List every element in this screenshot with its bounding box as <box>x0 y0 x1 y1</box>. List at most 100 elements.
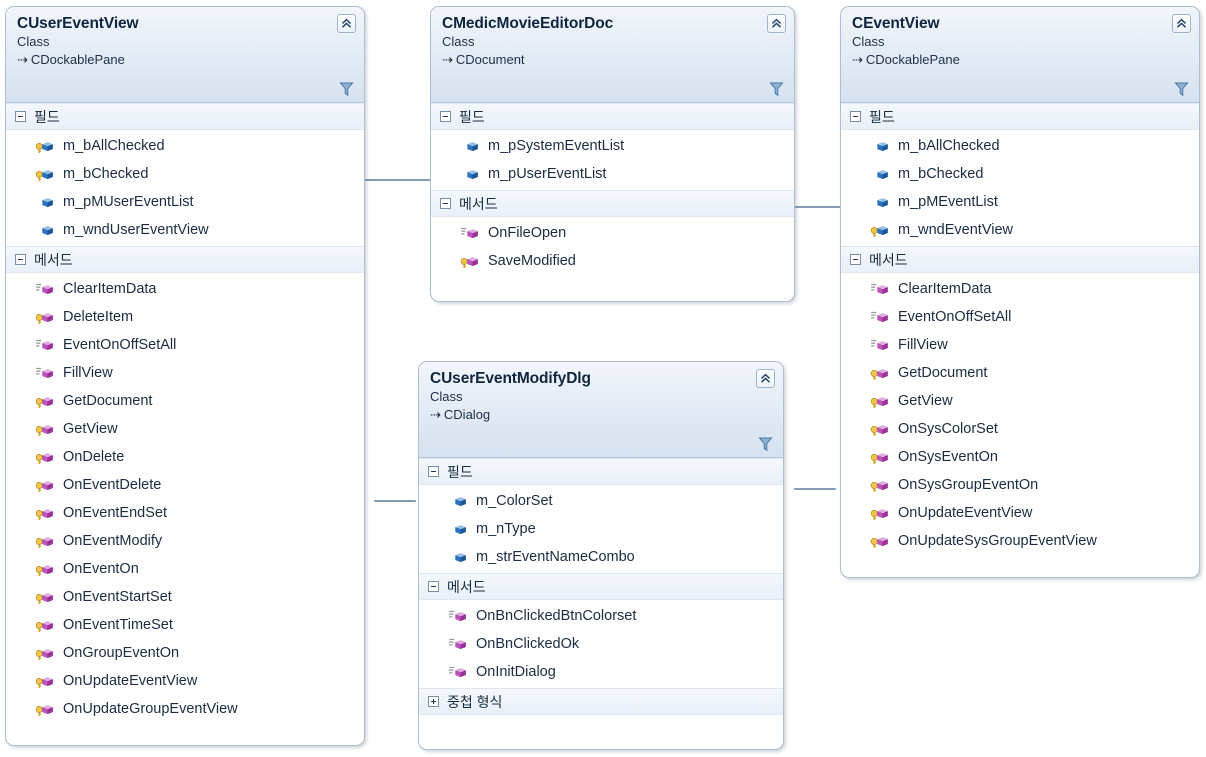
member-row[interactable]: OnEventTimeSet <box>6 611 364 639</box>
compartment-header-collapsed[interactable]: 중첩 형식 <box>419 688 783 715</box>
method-private-icon <box>35 281 55 297</box>
member-row[interactable]: OnUpdateEventView <box>6 667 364 695</box>
class-shape-cmedicmovieeditordoc[interactable]: CMedicMovieEditorDoc Class ⇢ CDocument 필드… <box>430 6 795 302</box>
class-shape-cusereventmodifydlg[interactable]: CUserEventModifyDlg Class ⇢ CDialog 필드 m_C… <box>418 361 784 750</box>
method-private-icon <box>35 337 55 353</box>
member-row[interactable]: GetView <box>6 415 364 443</box>
member-row[interactable]: OnEventEndSet <box>6 499 364 527</box>
member-row[interactable]: ClearItemData <box>841 275 1199 303</box>
member-name: ClearItemData <box>898 280 992 297</box>
member-row[interactable]: OnEventStartSet <box>6 583 364 611</box>
method-protected-icon <box>35 533 55 549</box>
member-row[interactable]: OnUpdateGroupEventView <box>6 695 364 723</box>
method-protected-icon <box>870 505 890 521</box>
method-protected-icon <box>35 477 55 493</box>
minus-expander-icon[interactable] <box>850 254 861 265</box>
minus-expander-icon[interactable] <box>428 466 439 477</box>
field-icon <box>448 493 468 509</box>
inheritance-arrow-icon: ⇢ <box>430 407 441 422</box>
compartment-label: 필드 <box>447 463 473 480</box>
member-list: m_bAllChecked m_bChecked m_pMEventList m_wn… <box>841 130 1199 246</box>
class-shape-cusereventview[interactable]: CUserEventView Class ⇢ CDockablePane 필드 m_… <box>5 6 365 746</box>
compartment-header-expanded[interactable]: 필드 <box>419 458 783 485</box>
chevron-double-up-icon[interactable] <box>337 14 356 33</box>
member-list: m_pSystemEventList m_pUserEventList <box>431 130 794 190</box>
member-row[interactable]: m_bChecked <box>841 160 1199 188</box>
member-row[interactable]: m_bAllChecked <box>6 132 364 160</box>
member-row[interactable]: OnSysGroupEventOn <box>841 471 1199 499</box>
member-row[interactable]: m_bChecked <box>6 160 364 188</box>
minus-expander-icon[interactable] <box>15 111 26 122</box>
member-row[interactable]: m_strEventNameCombo <box>419 543 783 571</box>
member-row[interactable]: OnDelete <box>6 443 364 471</box>
member-row[interactable]: OnSysEventOn <box>841 443 1199 471</box>
member-row[interactable]: OnFileOpen <box>431 219 794 247</box>
member-row[interactable]: OnEventDelete <box>6 471 364 499</box>
member-row[interactable]: OnUpdateEventView <box>841 499 1199 527</box>
member-row[interactable]: EventOnOffSetAll <box>841 303 1199 331</box>
member-row[interactable]: m_ColorSet <box>419 487 783 515</box>
member-row[interactable]: m_bAllChecked <box>841 132 1199 160</box>
chevron-double-up-icon[interactable] <box>756 369 775 388</box>
member-row[interactable]: GetDocument <box>841 359 1199 387</box>
member-row[interactable]: m_pMUserEventList <box>6 188 364 216</box>
chevron-double-up-icon[interactable] <box>767 14 786 33</box>
compartment-header-expanded[interactable]: 필드 <box>6 103 364 130</box>
compartment-header-expanded[interactable]: 메서드 <box>841 246 1199 273</box>
compartment-label: 필드 <box>869 108 895 125</box>
member-row[interactable]: m_pUserEventList <box>431 160 794 188</box>
funnel-filter-icon[interactable] <box>339 81 354 97</box>
minus-expander-icon[interactable] <box>428 581 439 592</box>
field-icon <box>870 166 890 182</box>
plus-expander-icon[interactable] <box>428 696 439 707</box>
minus-expander-icon[interactable] <box>440 198 451 209</box>
member-row[interactable]: m_wndUserEventView <box>6 216 364 244</box>
member-name: OnEventDelete <box>63 476 162 493</box>
compartment-header-expanded[interactable]: 필드 <box>431 103 794 130</box>
class-base-label: CDockablePane <box>865 52 960 67</box>
method-protected-icon <box>35 617 55 633</box>
member-row[interactable]: OnBnClickedOk <box>419 630 783 658</box>
member-row[interactable]: OnSysColorSet <box>841 415 1199 443</box>
member-row[interactable]: m_wndEventView <box>841 216 1199 244</box>
member-row[interactable]: OnInitDialog <box>419 658 783 686</box>
member-row[interactable]: OnGroupEventOn <box>6 639 364 667</box>
member-name: m_pSystemEventList <box>488 137 625 154</box>
funnel-filter-icon[interactable] <box>758 436 773 452</box>
member-name: OnBnClickedBtnColorset <box>476 607 637 624</box>
method-private-icon <box>35 365 55 381</box>
member-row[interactable]: EventOnOffSetAll <box>6 331 364 359</box>
member-row[interactable]: FillView <box>841 331 1199 359</box>
chevron-double-up-icon[interactable] <box>1172 14 1191 33</box>
class-base: ⇢ CDocument <box>442 51 784 69</box>
compartment-header-expanded[interactable]: 메서드 <box>6 246 364 273</box>
compartment-header-expanded[interactable]: 메서드 <box>431 190 794 217</box>
minus-expander-icon[interactable] <box>440 111 451 122</box>
member-row[interactable]: DeleteItem <box>6 303 364 331</box>
method-protected-icon <box>35 309 55 325</box>
member-row[interactable]: GetDocument <box>6 387 364 415</box>
member-row[interactable]: OnBnClickedBtnColorset <box>419 602 783 630</box>
member-row[interactable]: ClearItemData <box>6 275 364 303</box>
compartment-header-expanded[interactable]: 필드 <box>841 103 1199 130</box>
member-row[interactable]: OnUpdateSysGroupEventView <box>841 527 1199 555</box>
member-row[interactable]: m_pSystemEventList <box>431 132 794 160</box>
class-shape-ceventview[interactable]: CEventView Class ⇢ CDockablePane 필드 m_bAll… <box>840 6 1200 578</box>
minus-expander-icon[interactable] <box>15 254 26 265</box>
member-row[interactable]: SaveModified <box>431 247 794 275</box>
member-name: EventOnOffSetAll <box>63 336 177 353</box>
method-private-icon <box>870 281 890 297</box>
funnel-filter-icon[interactable] <box>769 81 784 97</box>
compartment-header-expanded[interactable]: 메서드 <box>419 573 783 600</box>
member-row[interactable]: GetView <box>841 387 1199 415</box>
member-row[interactable]: FillView <box>6 359 364 387</box>
member-row[interactable]: OnEventOn <box>6 555 364 583</box>
member-name: m_wndEventView <box>898 221 1013 238</box>
minus-expander-icon[interactable] <box>850 111 861 122</box>
funnel-filter-icon[interactable] <box>1174 81 1189 97</box>
member-row[interactable]: m_nType <box>419 515 783 543</box>
member-name: OnDelete <box>63 448 125 465</box>
member-row[interactable]: m_pMEventList <box>841 188 1199 216</box>
member-row[interactable]: OnEventModify <box>6 527 364 555</box>
field-icon <box>460 166 480 182</box>
